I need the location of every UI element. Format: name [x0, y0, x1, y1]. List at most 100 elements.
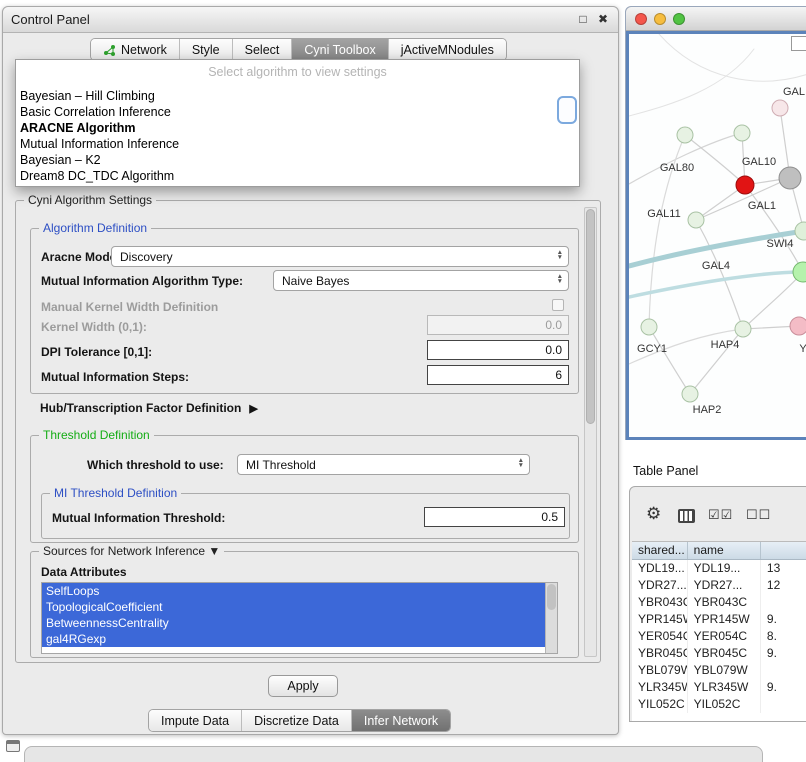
apply-button[interactable]: Apply: [268, 675, 338, 697]
tab-jactivemnodules[interactable]: jActiveMNodules: [388, 39, 506, 60]
scrollbar-thumb[interactable]: [547, 584, 556, 610]
data-attributes-list[interactable]: SelfLoopsTopologicalCoefficientBetweenne…: [41, 582, 558, 654]
close-icon[interactable]: ✖: [598, 12, 608, 26]
network-node[interactable]: [736, 176, 754, 194]
table-cell: [761, 662, 806, 679]
table-row[interactable]: YLR345WYLR345W9.: [632, 679, 806, 696]
tab-style[interactable]: Style: [179, 39, 232, 60]
control-panel-window: Control Panel □ ✖ NetworkStyleSelectCyni…: [2, 6, 619, 735]
gear-icon[interactable]: ⚙: [646, 504, 661, 524]
table-row[interactable]: YBR045CYBR045C9.: [632, 645, 806, 662]
collapsed-arrow-icon[interactable]: ▶: [249, 403, 257, 415]
network-node[interactable]: [682, 386, 698, 402]
minimized-panel-icon[interactable]: [6, 740, 20, 752]
tab-network[interactable]: Network: [91, 39, 179, 60]
sources-group-title[interactable]: Sources for Network Inference ▼: [39, 544, 224, 558]
group-title: Threshold Definition: [39, 428, 154, 442]
table-header-row: shared...name: [632, 542, 806, 560]
scrollbar-thumb[interactable]: [586, 209, 595, 424]
mi-algorithm-type-select[interactable]: Naive Bayes ▲▼: [273, 270, 569, 291]
tab-impute-data[interactable]: Impute Data: [149, 710, 241, 731]
node-label: SWI4: [767, 238, 794, 250]
dpi-tolerance-input[interactable]: 0.0: [427, 340, 569, 360]
list-scrollbar[interactable]: [545, 583, 557, 653]
network-window-titlebar[interactable]: [626, 7, 806, 31]
float-panel-icon[interactable]: □: [579, 12, 586, 26]
table-panel-window: ⚙ ☑☑ ☐☐ shared...name YDL19...YDL19...13…: [629, 486, 806, 722]
network-canvas[interactable]: GALGAL80GAL10GAL11GAL1SWI4GAL4GCY1HAP4YH…: [626, 31, 806, 440]
algorithm-option[interactable]: Mutual Information Inference: [16, 136, 579, 152]
algorithm-option[interactable]: Dream8 DC_TDC Algorithm: [16, 168, 579, 184]
table-panel-title: Table Panel: [633, 464, 698, 478]
kernel-width-input[interactable]: 0.0: [427, 315, 569, 335]
table-cell: [761, 696, 806, 713]
group-title: MI Threshold Definition: [50, 486, 181, 500]
combo-focus-button[interactable]: [557, 96, 577, 124]
table-row[interactable]: YBR043CYBR043C: [632, 594, 806, 611]
tab-select[interactable]: Select: [232, 39, 292, 60]
table-row[interactable]: YPR145WYPR145W9.: [632, 611, 806, 628]
table-row[interactable]: YDL19...YDL19...13: [632, 560, 806, 577]
columns-icon[interactable]: [678, 509, 695, 523]
threshold-definition-group: Threshold Definition Which threshold to …: [30, 435, 579, 543]
table-cell: YDL19...: [632, 560, 688, 577]
which-threshold-select[interactable]: MI Threshold ▲▼: [237, 454, 530, 475]
algorithm-option[interactable]: Bayesian – K2: [16, 152, 579, 168]
table-row[interactable]: YER054CYER054C8.: [632, 628, 806, 645]
network-node[interactable]: [735, 321, 751, 337]
network-node[interactable]: [688, 212, 704, 228]
attribute-item[interactable]: gal4RGexp: [42, 631, 545, 647]
tab-cyni-toolbox[interactable]: Cyni Toolbox: [291, 39, 387, 60]
unchecked-boxes-icon[interactable]: ☐☐: [746, 507, 771, 523]
attribute-item[interactable]: BetweennessCentrality: [42, 615, 545, 631]
table-row[interactable]: YBL079WYBL079W: [632, 662, 806, 679]
algorithm-definition-group: Algorithm Definition Aracne Mode: Discov…: [30, 228, 579, 394]
close-light[interactable]: [635, 13, 647, 25]
aracne-mode-select[interactable]: Discovery ▲▼: [111, 246, 569, 267]
node-label: GAL: [783, 86, 805, 98]
attribute-item[interactable]: SelfLoops: [42, 583, 545, 599]
network-node[interactable]: [790, 317, 806, 335]
zoom-light[interactable]: [673, 13, 685, 25]
table-cell: 9.: [761, 645, 806, 662]
table-cell: YLR345W: [632, 679, 688, 696]
hub-transcription-factor-section[interactable]: Hub/Transcription Factor Definition▶: [40, 401, 258, 415]
algorithm-option[interactable]: Bayesian – Hill Climbing: [16, 88, 579, 104]
network-node[interactable]: [734, 125, 750, 141]
table-cell: YBL079W: [632, 662, 688, 679]
tab-infer-network[interactable]: Infer Network: [351, 710, 450, 731]
control-panel-titlebar[interactable]: Control Panel □ ✖: [3, 7, 618, 33]
network-node[interactable]: [677, 127, 693, 143]
network-node[interactable]: [795, 222, 806, 240]
attribute-item[interactable]: TopologicalCoefficient: [42, 599, 545, 615]
column-header[interactable]: shared...: [632, 542, 688, 559]
algorithm-option[interactable]: Basic Correlation Inference: [16, 104, 579, 120]
network-edge: [745, 185, 803, 272]
minimize-light[interactable]: [654, 13, 666, 25]
network-node[interactable]: [772, 100, 788, 116]
vertical-scrollbar[interactable]: [584, 207, 597, 657]
mi-threshold-definition-group: MI Threshold Definition Mutual Informati…: [41, 493, 570, 539]
network-graph[interactable]: GALGAL80GAL10GAL11GAL1SWI4GAL4GCY1HAP4YH…: [629, 34, 806, 437]
node-label: GAL11: [647, 208, 680, 220]
table-cell: YDR27...: [632, 577, 688, 594]
table-row[interactable]: YDR27...YDR27...12: [632, 577, 806, 594]
checked-boxes-icon[interactable]: ☑☑: [708, 507, 733, 523]
group-title: Algorithm Definition: [39, 221, 151, 235]
hidden-window-top-edge[interactable]: [24, 746, 763, 762]
table-cell: YIL052C: [632, 696, 688, 713]
node-label: HAP4: [711, 339, 740, 351]
network-node[interactable]: [641, 319, 657, 335]
attribute-table: shared...name YDL19...YDL19...13YDR27...…: [632, 541, 806, 721]
network-node[interactable]: [779, 167, 801, 189]
algorithm-option[interactable]: ARACNE Algorithm: [16, 120, 579, 136]
table-cell: YBR045C: [688, 645, 761, 662]
tab-discretize-data[interactable]: Discretize Data: [241, 710, 351, 731]
mi-threshold-input[interactable]: 0.5: [424, 507, 565, 527]
column-header[interactable]: [761, 542, 806, 559]
column-header[interactable]: name: [688, 542, 761, 559]
table-row[interactable]: YIL052CYIL052C: [632, 696, 806, 713]
manual-kernel-checkbox[interactable]: [552, 299, 564, 311]
mi-steps-input[interactable]: 6: [427, 365, 569, 385]
network-node[interactable]: [793, 262, 806, 282]
